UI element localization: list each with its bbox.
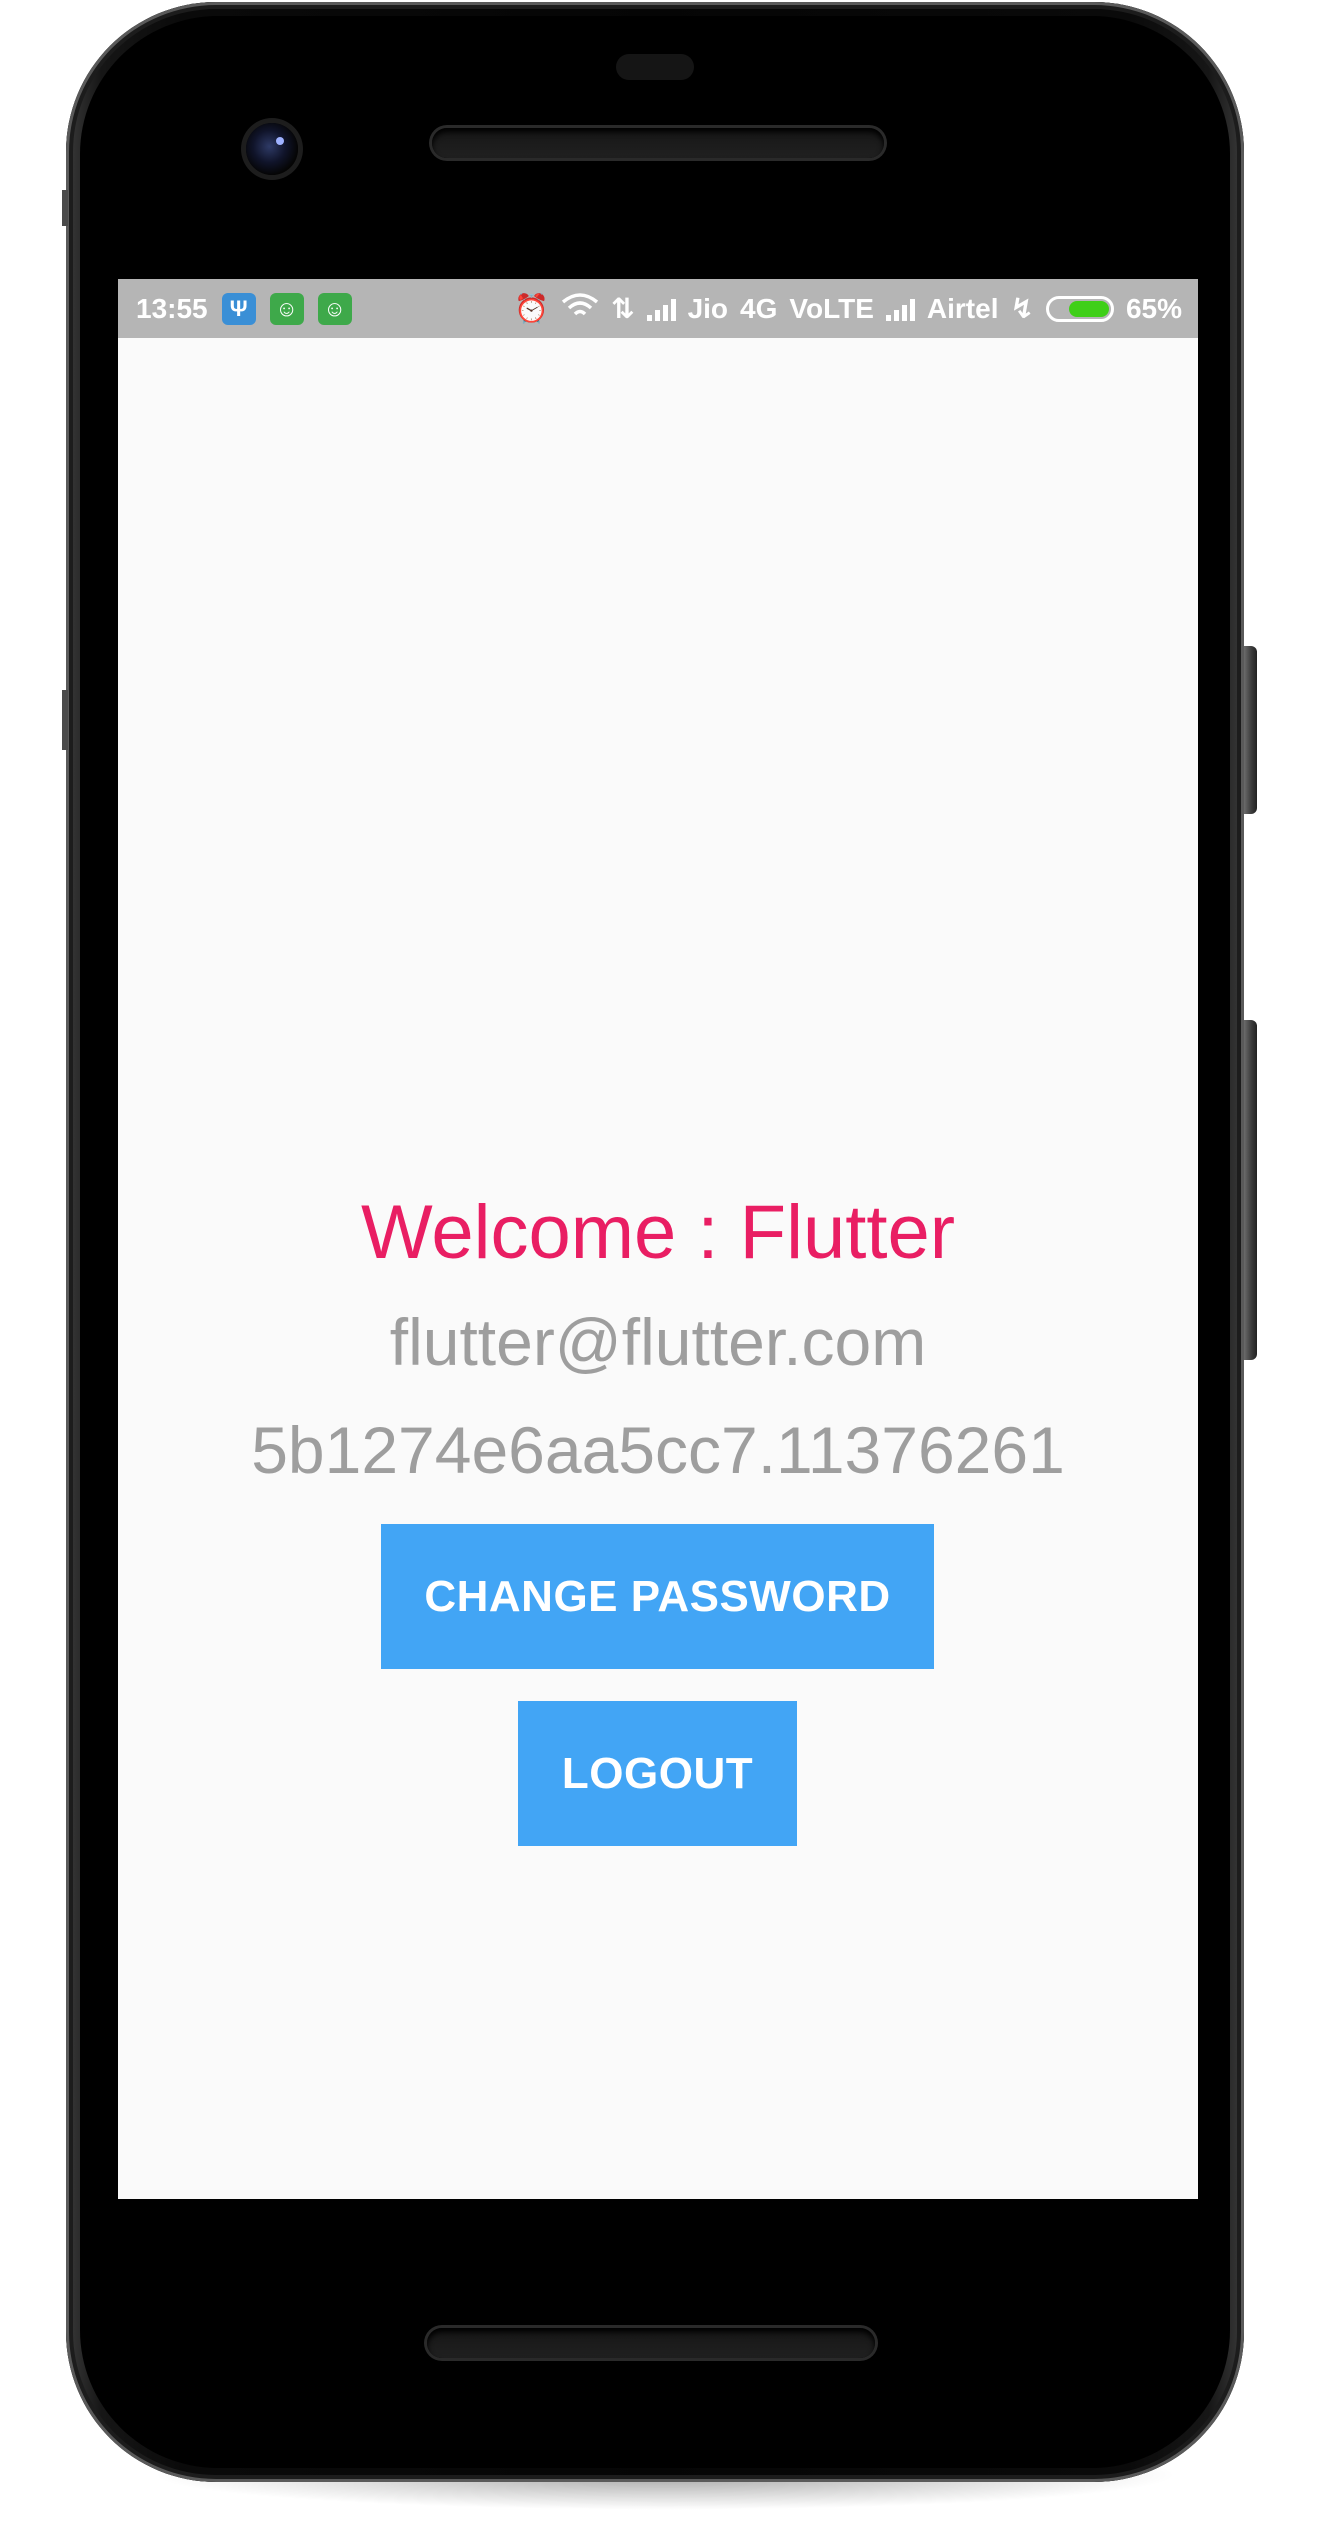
frame-edge-detail [62, 690, 68, 750]
battery-level-fill [1068, 300, 1109, 317]
power-button [1244, 646, 1257, 814]
home-content: Welcome : Flutter flutter@flutter.com 5b… [118, 338, 1198, 2199]
front-camera-icon [246, 123, 298, 175]
welcome-text: Welcome : Flutter [360, 1190, 956, 1275]
camera-lens-glint [276, 137, 284, 145]
change-password-button[interactable]: CHANGE PASSWORD [381, 1524, 934, 1669]
alarm-icon: ⏰ [514, 292, 550, 324]
status-bar-left: 13:55 Ψ ☺ ☺ [136, 279, 352, 338]
logout-button[interactable]: LOGOUT [518, 1701, 797, 1846]
status-time: 13:55 [136, 292, 208, 324]
phone-screen: 13:55 Ψ ☺ ☺ ⏰ ⇅ Jio 4G VoLTE Airtel ↯ 65… [118, 279, 1198, 2199]
status-bar: 13:55 Ψ ☺ ☺ ⏰ ⇅ Jio 4G VoLTE Airtel ↯ 65… [118, 279, 1198, 338]
proximity-sensor [616, 54, 694, 80]
signal-strength-icon [885, 297, 915, 321]
data-transfer-icon: ⇅ [611, 292, 635, 324]
wifi-icon [561, 292, 599, 325]
battery-percent: 65% [1125, 292, 1182, 324]
status-bar-right: ⏰ ⇅ Jio 4G VoLTE Airtel ↯ 65% [514, 279, 1182, 338]
android-icon: ☺ [317, 292, 352, 325]
network-type-label: 4G [740, 292, 778, 324]
android-icon: ☺ [269, 292, 304, 325]
earpiece-speaker [432, 128, 884, 158]
user-email: flutter@flutter.com [389, 1305, 927, 1379]
volume-button [1244, 1020, 1257, 1360]
battery-icon [1045, 295, 1114, 322]
volte-label: VoLTE [789, 292, 874, 324]
signal-strength-icon [646, 297, 676, 321]
carrier-2-label: Airtel [926, 292, 999, 324]
charging-icon: ↯ [1010, 292, 1034, 324]
bottom-speaker [427, 2328, 875, 2358]
carrier-1-label: Jio [687, 292, 729, 324]
usb-icon: Ψ [221, 292, 256, 325]
user-unique-id: 5b1274e6aa5cc7.11376261 [251, 1413, 1065, 1487]
frame-edge-detail [62, 190, 68, 226]
